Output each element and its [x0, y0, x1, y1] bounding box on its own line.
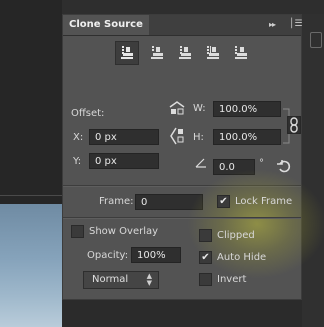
frame-label: Frame:	[99, 196, 134, 207]
clipped-checkbox[interactable]	[199, 229, 212, 242]
reset-transform-icon[interactable]	[277, 159, 291, 173]
offset-label: Offset:	[71, 108, 105, 119]
flip-horizontal-icon[interactable]	[169, 101, 185, 115]
clone-source-stamp-icon	[121, 46, 133, 59]
blend-mode-value: Normal	[92, 274, 129, 285]
dock-panel-icon[interactable]	[310, 32, 322, 48]
select-arrows-icon: ▲ ▼	[146, 272, 152, 287]
panel-tab-bar: Clone Source ▸▸ │☰	[63, 15, 303, 36]
link-icon[interactable]	[287, 116, 301, 134]
rotation-angle-input[interactable]: 0.0	[213, 159, 255, 175]
lock-frame-checkbox[interactable]: ✔	[217, 195, 230, 208]
overlay-blend-mode-select[interactable]: Normal ▲ ▼	[83, 271, 159, 289]
clone-source-stamp-icon	[207, 46, 219, 59]
width-input[interactable]: 100.0%	[213, 101, 281, 117]
opacity-label: Opacity:	[87, 250, 129, 261]
tab-clone-source[interactable]: Clone Source	[63, 15, 149, 35]
invert-label: Invert	[217, 274, 247, 285]
clone-source-stamp-icon	[235, 46, 247, 59]
panel-menu-icon[interactable]: │☰	[289, 19, 303, 29]
opacity-input[interactable]: 100%	[131, 247, 181, 263]
y-label: Y:	[73, 156, 82, 167]
width-label: W:	[193, 103, 206, 114]
show-overlay-label: Show Overlay	[89, 226, 159, 237]
clipped-label: Clipped	[217, 230, 255, 241]
height-label: H:	[193, 132, 204, 143]
clone-source-2-button[interactable]	[145, 41, 169, 65]
degree-symbol: °	[259, 158, 264, 169]
angle-icon	[195, 158, 206, 168]
x-label: X:	[73, 132, 84, 143]
auto-hide-label: Auto Hide	[217, 252, 267, 263]
lock-frame-label: Lock Frame	[235, 196, 293, 207]
auto-hide-checkbox[interactable]: ✔	[199, 251, 212, 264]
height-input[interactable]: 100.0%	[213, 129, 281, 145]
canvas-image	[0, 204, 62, 327]
clone-source-panel: Clone Source ▸▸ │☰ Offset: W: 100.0% X: …	[62, 14, 324, 300]
section-divider-highlight	[63, 186, 301, 187]
canvas-edge	[0, 195, 62, 196]
clone-source-3-button[interactable]	[173, 41, 197, 65]
clone-source-5-button[interactable]	[229, 41, 253, 65]
frame-offset-input[interactable]: 0	[135, 194, 203, 210]
clone-source-stamp-icon	[179, 46, 191, 59]
clone-source-stamp-icon	[151, 46, 163, 59]
checkmark-icon: ✔	[201, 252, 210, 263]
checkmark-icon: ✔	[219, 196, 228, 207]
offset-x-input[interactable]: 0 px	[89, 129, 159, 145]
clone-source-1-button[interactable]	[115, 41, 139, 65]
offset-y-input[interactable]: 0 px	[89, 153, 159, 169]
panel-dock-strip	[302, 14, 324, 327]
section-divider-highlight	[63, 218, 301, 219]
collapse-panel-icon[interactable]: ▸▸	[269, 20, 276, 29]
invert-checkbox[interactable]	[199, 273, 212, 286]
show-overlay-checkbox[interactable]	[71, 225, 84, 238]
flip-vertical-icon[interactable]	[170, 127, 184, 145]
clone-source-4-button[interactable]	[201, 41, 225, 65]
